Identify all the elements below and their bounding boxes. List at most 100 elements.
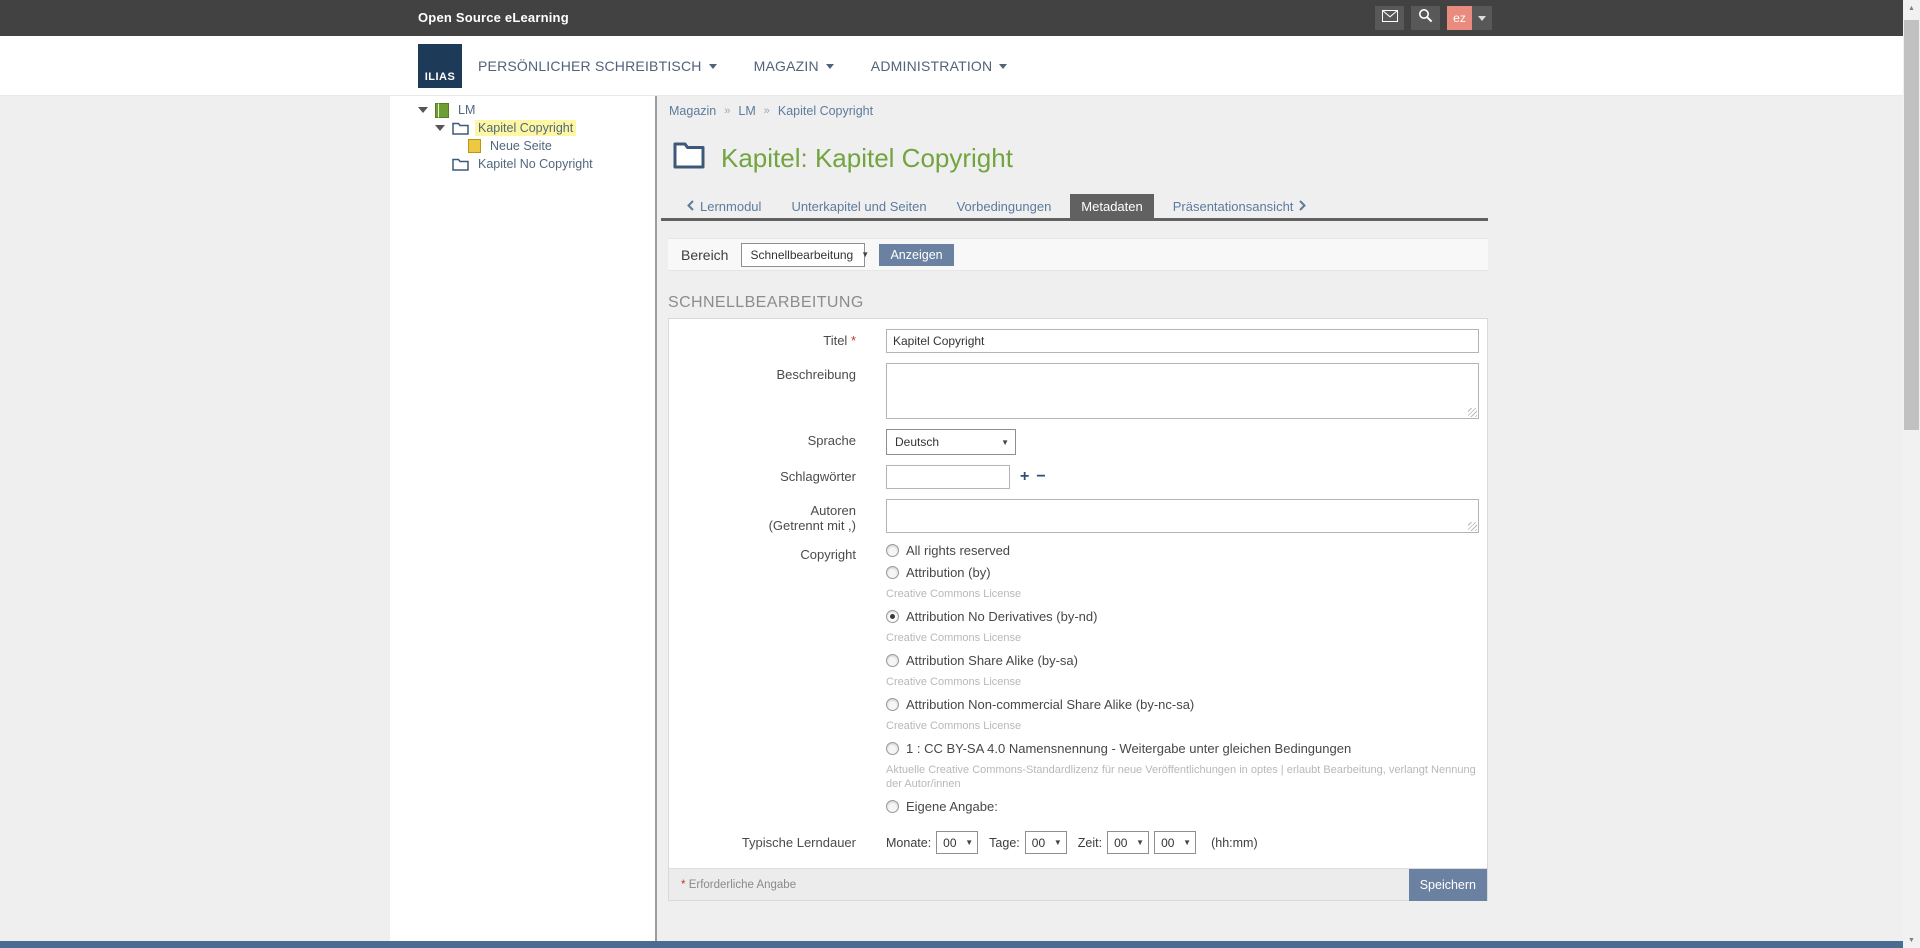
stunden-select[interactable]: 00 ▼ <box>1107 831 1149 854</box>
chevron-down-icon: ▼ <box>1183 838 1191 847</box>
scroll-up-icon[interactable]: ▲ <box>1903 0 1920 16</box>
form-row-beschreibung: Beschreibung <box>669 363 1487 419</box>
tree-item-label: Kapitel Copyright <box>475 120 576 136</box>
form-row-sprache: Sprache Deutsch ▼ <box>669 429 1487 455</box>
form-row-schlagwoerter: Schlagwörter + − <box>669 465 1487 489</box>
mail-button[interactable] <box>1375 6 1404 30</box>
required-note: * Erforderliche Angabe <box>681 879 796 891</box>
lerndauer-label: Typische Lerndauer <box>669 831 856 854</box>
chevron-down-icon: ▼ <box>1136 838 1144 847</box>
menu-label: PERSÖNLICHER SCHREIBTISCH <box>478 58 702 74</box>
remove-icon[interactable]: − <box>1036 469 1045 485</box>
tab-vorbedingungen[interactable]: Vorbedingungen <box>946 194 1063 218</box>
monate-select[interactable]: 00 ▼ <box>936 831 978 854</box>
tree-item-kapitel-no-copyright[interactable]: Kapitel No Copyright <box>390 155 655 173</box>
radio-cc-by-sa-40[interactable] <box>886 742 899 755</box>
scroll-down-icon[interactable]: ▼ <box>1903 932 1920 948</box>
tage-select[interactable]: 00 ▼ <box>1025 831 1067 854</box>
autoren-label: Autoren (Getrennt mit ,) <box>669 499 856 533</box>
radio-all-rights-reserved[interactable] <box>886 544 899 557</box>
tree-item-neue-seite[interactable]: Neue Seite <box>390 137 655 155</box>
radio-label: Attribution (by) <box>906 565 991 580</box>
radio-attribution-no-derivatives[interactable] <box>886 610 899 623</box>
page-title: Kapitel: Kapitel Copyright <box>721 143 1013 174</box>
chevron-down-icon: ▼ <box>1001 438 1009 447</box>
radio-eigene-angabe[interactable] <box>886 800 899 813</box>
tab-metadaten[interactable]: Metadaten <box>1070 194 1153 218</box>
sprache-select[interactable]: Deutsch ▼ <box>886 429 1016 455</box>
titel-input[interactable] <box>886 329 1479 353</box>
tree-expander-icon[interactable] <box>435 125 445 131</box>
avatar[interactable]: ez <box>1447 6 1472 30</box>
anzeigen-button[interactable]: Anzeigen <box>879 244 953 266</box>
tab-unterkapitel-und-seiten[interactable]: Unterkapitel und Seiten <box>780 194 937 218</box>
breadcrumb-link[interactable]: Magazin <box>669 104 716 118</box>
speichern-button[interactable]: Speichern <box>1409 869 1487 901</box>
radio-attribution-share-alike[interactable] <box>886 654 899 667</box>
radio-label: All rights reserved <box>906 543 1010 558</box>
bereich-label: Bereich <box>681 247 728 263</box>
tree-expander-icon[interactable] <box>418 107 428 113</box>
copyright-label: Copyright <box>669 543 856 821</box>
tab-label: Präsentationsansicht <box>1173 199 1294 214</box>
resize-handle-icon[interactable] <box>1468 408 1477 417</box>
tree-item-label: Neue Seite <box>487 138 555 154</box>
copyright-option: Attribution Share Alike (by-sa) <box>886 653 1487 668</box>
required-mark: * <box>851 333 856 348</box>
license-note: Aktuelle Creative Commons-Standardlizenz… <box>886 763 1476 791</box>
page-header: Kapitel: Kapitel Copyright <box>673 142 1013 174</box>
autoren-textarea[interactable] <box>886 499 1479 533</box>
breadcrumb-link[interactable]: LM <box>738 104 755 118</box>
tab-lernmodul[interactable]: Lernmodul <box>676 194 772 218</box>
search-button[interactable] <box>1411 6 1440 30</box>
chevron-down-icon <box>709 64 717 69</box>
label-text: Autoren <box>810 503 856 518</box>
bereich-select[interactable]: Schnellbearbeitung ▼ <box>741 243 865 267</box>
add-icon[interactable]: + <box>1020 469 1029 485</box>
copyright-option: Attribution (by) <box>886 565 1487 580</box>
tab-label: Lernmodul <box>700 199 761 214</box>
copyright-option: 1 : CC BY-SA 4.0 Namensnennung - Weiterg… <box>886 741 1487 756</box>
tab-label: Metadaten <box>1081 199 1142 214</box>
schlagwoerter-input[interactable] <box>886 465 1010 489</box>
radio-attribution-by[interactable] <box>886 566 899 579</box>
menu-administration[interactable]: ADMINISTRATION <box>871 58 1008 74</box>
scrollbar-thumb[interactable] <box>1904 20 1919 430</box>
breadcrumb-link[interactable]: Kapitel Copyright <box>778 104 873 118</box>
bereich-toolbar: Bereich Schnellbearbeitung ▼ Anzeigen <box>668 238 1488 271</box>
copyright-option: All rights reserved <box>886 543 1487 558</box>
menu-label: ADMINISTRATION <box>871 58 993 74</box>
radio-label: Attribution Non-commercial Share Alike (… <box>906 697 1194 712</box>
user-menu-button[interactable] <box>1472 6 1492 30</box>
tree-item-kapitel-copyright[interactable]: Kapitel Copyright <box>390 119 655 137</box>
menu-magazin[interactable]: MAGAZIN <box>754 58 834 74</box>
required-note-text: Erforderliche Angabe <box>689 879 796 891</box>
breadcrumb-separator: » <box>764 105 770 117</box>
bottom-accent-bar <box>0 941 1903 948</box>
radio-label: Attribution Share Alike (by-sa) <box>906 653 1078 668</box>
tab-praesentationsansicht[interactable]: Präsentationsansicht <box>1162 194 1318 218</box>
resize-handle-icon[interactable] <box>1468 522 1477 531</box>
license-note: Creative Commons License <box>886 675 1476 689</box>
menu-persoenlicher-schreibtisch[interactable]: PERSÖNLICHER SCHREIBTISCH <box>478 58 717 74</box>
main-content: Magazin » LM » Kapitel Copyright Kapitel… <box>657 96 1903 941</box>
vertical-scrollbar[interactable]: ▲ ▼ <box>1903 0 1920 948</box>
learning-module-icon <box>435 103 449 118</box>
chevron-down-icon <box>826 64 834 69</box>
beschreibung-textarea[interactable] <box>886 363 1479 419</box>
menu-label: MAGAZIN <box>754 58 819 74</box>
hhmm-hint: (hh:mm) <box>1211 836 1258 850</box>
mail-icon <box>1382 9 1398 27</box>
license-note: Creative Commons License <box>886 631 1476 645</box>
copyright-option: Attribution No Derivatives (by-nd) <box>886 609 1487 624</box>
form-row-copyright: Copyright All rights reserved Attributio… <box>669 543 1487 821</box>
ilias-logo[interactable]: ILIAS <box>418 44 462 88</box>
radio-attribution-nc-share-alike[interactable] <box>886 698 899 711</box>
main-nav-bar: ILIAS PERSÖNLICHER SCHREIBTISCH MAGAZIN … <box>0 36 1903 96</box>
tab-label: Unterkapitel und Seiten <box>791 199 926 214</box>
tree-item-lm[interactable]: LM <box>390 101 655 119</box>
chevron-down-icon <box>1478 16 1486 21</box>
select-value: 00 <box>943 836 956 850</box>
minuten-select[interactable]: 00 ▼ <box>1154 831 1196 854</box>
radio-label: Eigene Angabe: <box>906 799 998 814</box>
